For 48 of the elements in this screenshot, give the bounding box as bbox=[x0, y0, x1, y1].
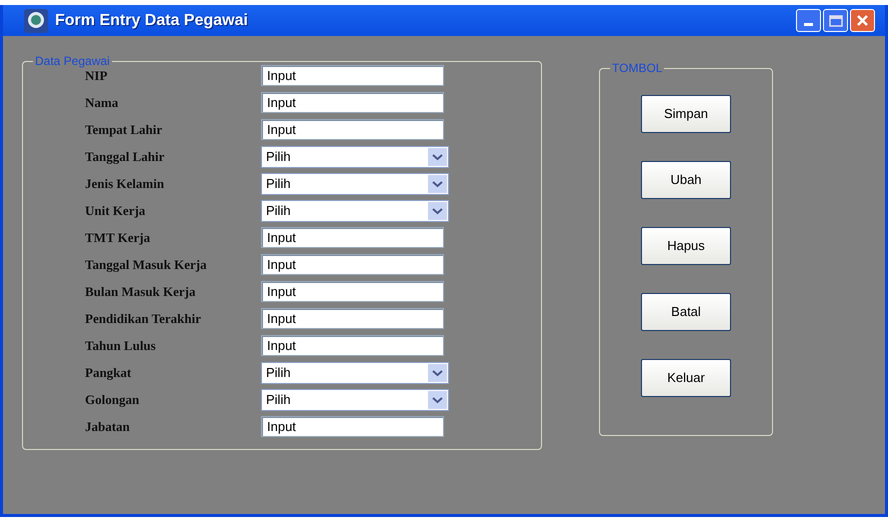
dropdown[interactable]: Pilih bbox=[261, 200, 449, 222]
input-field[interactable]: Input bbox=[261, 119, 444, 140]
close-icon bbox=[856, 14, 869, 27]
maximize-icon bbox=[828, 14, 842, 26]
maximize-button[interactable] bbox=[823, 9, 848, 32]
field-label: Golongan bbox=[85, 390, 140, 409]
window-title: Form Entry Data Pegawai bbox=[55, 10, 248, 30]
field-label: Pangkat bbox=[85, 364, 132, 382]
field-label: Tanggal Masuk Kerja bbox=[85, 256, 208, 274]
input-field[interactable]: Input bbox=[261, 335, 444, 356]
action-button[interactable]: Batal bbox=[641, 293, 731, 331]
panel-legend: Data Pegawai bbox=[33, 52, 112, 70]
chevron-down-icon bbox=[428, 202, 447, 220]
input-field[interactable]: Input bbox=[261, 416, 444, 437]
panel-legend: TOMBOL bbox=[610, 59, 664, 77]
field-label: Jabatan bbox=[85, 418, 131, 436]
chevron-down-icon bbox=[428, 390, 447, 408]
field-label: Nama bbox=[85, 94, 120, 112]
dropdown[interactable]: Pilih bbox=[261, 172, 449, 194]
close-button[interactable] bbox=[850, 9, 875, 32]
field-label: Tanggal Lahir bbox=[85, 148, 166, 166]
input-field[interactable]: Input bbox=[261, 308, 444, 329]
action-button[interactable]: Simpan bbox=[641, 95, 731, 133]
chevron-down-icon bbox=[428, 174, 447, 192]
input-field[interactable]: Input bbox=[261, 92, 444, 113]
field-label: Unit Kerja bbox=[85, 202, 146, 220]
field-label: NIP bbox=[85, 68, 108, 85]
input-field[interactable]: Input bbox=[261, 254, 444, 275]
input-field[interactable]: Input bbox=[261, 65, 444, 86]
field-label: Tempat Lahir bbox=[85, 120, 164, 139]
action-button[interactable]: Hapus bbox=[641, 227, 731, 265]
chevron-down-icon bbox=[428, 364, 447, 382]
minimize-icon bbox=[804, 23, 813, 26]
input-field[interactable]: Input bbox=[261, 227, 444, 248]
emblem-icon bbox=[23, 8, 49, 34]
action-button[interactable]: Keluar bbox=[641, 359, 731, 397]
chevron-down-icon bbox=[428, 148, 447, 166]
field-label: Tahun Lulus bbox=[85, 336, 157, 355]
field-label: Jenis Kelamin bbox=[85, 174, 166, 193]
field-label: Pendidikan Terakhir bbox=[85, 310, 202, 328]
field-label: TMT Kerja bbox=[85, 228, 152, 247]
dropdown[interactable]: Pilih bbox=[261, 362, 449, 384]
minimize-button[interactable] bbox=[796, 9, 821, 32]
dropdown[interactable]: Pilih bbox=[261, 388, 449, 410]
input-field[interactable]: Input bbox=[261, 281, 444, 302]
dropdown[interactable]: Pilih bbox=[261, 146, 449, 168]
field-label: Bulan Masuk Kerja bbox=[85, 282, 197, 301]
action-button[interactable]: Ubah bbox=[641, 161, 731, 199]
